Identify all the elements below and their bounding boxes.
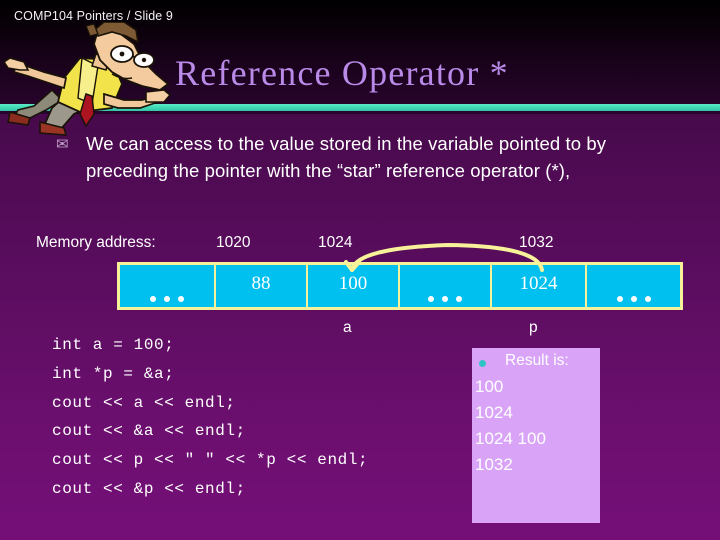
result-output-panel: Result is: 100 1024 1024 100 1032 — [472, 348, 600, 523]
code-line: cout << &a << endl; — [52, 422, 246, 441]
code-line: cout << &p << endl; — [52, 479, 246, 498]
memory-cell-value: 1024 — [519, 273, 558, 294]
memory-cell — [587, 265, 680, 307]
result-panel-title: Result is: — [505, 352, 569, 369]
envelope-bullet-icon: ✉ — [56, 136, 69, 153]
memory-cell: 88 — [216, 265, 308, 307]
pointing-man-illustration — [2, 22, 172, 136]
code-block: int a = 100; int *p = &a; cout << a << e… — [52, 331, 368, 504]
memory-cell — [120, 265, 216, 307]
result-line: 1032 — [475, 455, 513, 474]
result-line: 1024 100 — [475, 429, 546, 448]
code-line: cout << p << " " << *p << endl; — [52, 451, 369, 470]
memory-address-caption: Memory address: — [36, 234, 156, 251]
ellipsis-dots-icon — [120, 296, 214, 302]
ellipsis-dots-icon — [400, 296, 490, 302]
memory-cell-value: 88 — [251, 273, 271, 294]
bullet-paragraph-block: ✉ We can access to the value stored in t… — [56, 131, 656, 184]
variable-label-p: p — [529, 319, 538, 336]
code-line: int *p = &a; — [52, 364, 175, 383]
page-title: Reference Operator * — [175, 53, 509, 93]
memory-address-1020: 1020 — [216, 234, 251, 251]
slide-canvas: COMP104 Pointers / Slide 9 Reference Ope… — [0, 0, 720, 540]
ellipsis-dots-icon — [587, 296, 680, 302]
result-line: 100 — [475, 377, 504, 396]
memory-cell-value: 100 — [338, 273, 368, 294]
slide-header-label: COMP104 Pointers / Slide 9 — [14, 9, 173, 23]
bullet-paragraph-text: We can access to the value stored in the… — [86, 133, 607, 181]
result-panel-header: Result is: — [472, 352, 600, 374]
round-bullet-icon — [479, 360, 486, 367]
code-line: int a = 100; — [52, 336, 175, 354]
code-line: cout << a << endl; — [52, 393, 236, 412]
result-line: 1024 — [475, 403, 513, 422]
pointer-arc-icon — [344, 242, 544, 272]
